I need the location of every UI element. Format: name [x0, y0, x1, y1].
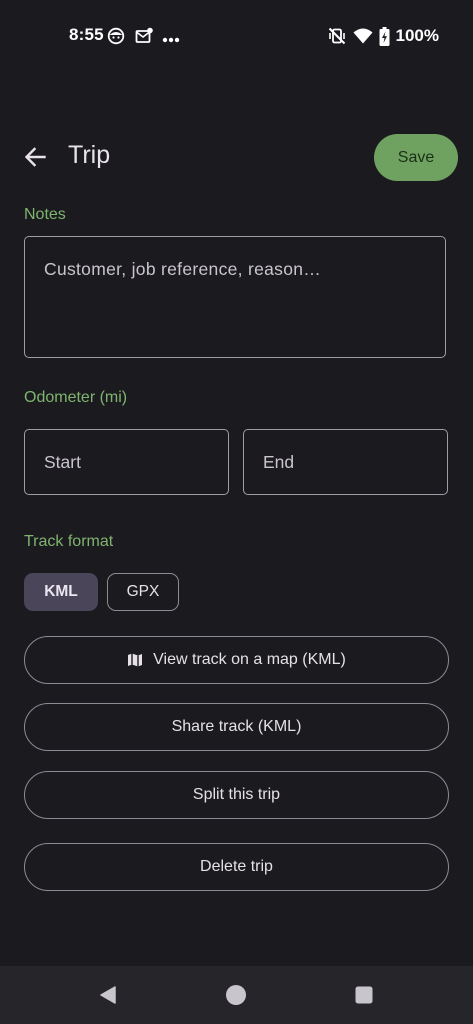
notes-input[interactable]: Customer, job reference, reason… — [24, 236, 446, 358]
home-circle-icon — [225, 984, 247, 1006]
share-track-button[interactable]: Share track (KML) — [24, 703, 449, 751]
nav-back-button[interactable] — [95, 982, 121, 1008]
view-track-map-label: View track on a map (KML) — [153, 651, 346, 668]
odometer-start-input[interactable]: Start — [24, 429, 229, 495]
track-format-label: Track format — [24, 533, 114, 550]
chip-gpx[interactable]: GPX — [107, 573, 179, 611]
recents-square-icon — [354, 985, 374, 1005]
system-nav-bar — [0, 966, 473, 1024]
notes-label: Notes — [24, 206, 66, 223]
wifi-icon — [353, 27, 373, 45]
status-system-icons: 100% — [327, 24, 439, 48]
status-time: 8:55 — [69, 25, 104, 44]
status-notification-icons — [107, 25, 180, 47]
share-track-label: Share track (KML) — [171, 718, 302, 735]
face-icon — [107, 27, 125, 45]
save-button[interactable]: Save — [374, 134, 458, 181]
nav-recents-button[interactable] — [351, 982, 377, 1008]
map-icon — [127, 652, 143, 668]
delete-trip-label: Delete trip — [200, 858, 273, 875]
odometer-end-input[interactable]: End — [243, 429, 448, 495]
more-dots-icon — [162, 37, 180, 43]
page-title: Trip — [68, 141, 111, 169]
nav-home-button[interactable] — [223, 982, 249, 1008]
vibrate-off-icon — [327, 26, 347, 46]
split-trip-button[interactable]: Split this trip — [24, 771, 449, 819]
odometer-label: Odometer (mi) — [24, 389, 128, 406]
status-bar: 8:55 100% — [0, 0, 473, 72]
mail-notification-icon — [135, 27, 153, 45]
chip-kml[interactable]: KML — [24, 573, 98, 611]
odometer-start-placeholder: Start — [44, 452, 81, 472]
delete-trip-button[interactable]: Delete trip — [24, 843, 449, 891]
back-button[interactable] — [16, 138, 54, 176]
battery-charging-icon — [379, 26, 390, 46]
back-triangle-icon — [98, 985, 118, 1005]
battery-percentage: 100% — [395, 26, 439, 45]
odometer-end-placeholder: End — [263, 452, 295, 472]
split-trip-label: Split this trip — [192, 786, 281, 803]
arrow-back-icon — [24, 147, 46, 167]
notes-placeholder: Customer, job reference, reason… — [44, 259, 322, 279]
view-track-map-button[interactable]: View track on a map (KML) — [24, 636, 449, 684]
